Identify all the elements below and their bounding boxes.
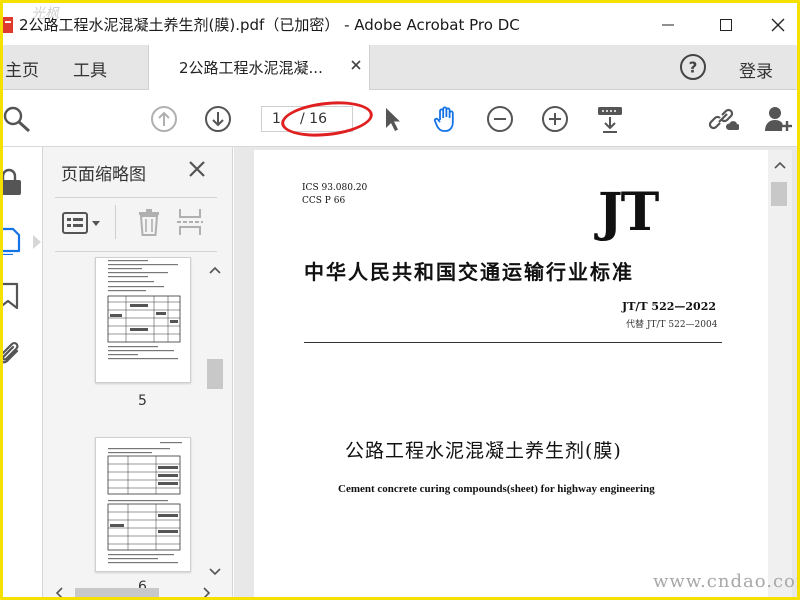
tab-document[interactable]: 2公路工程水泥混凝...: [148, 45, 370, 90]
pdf-file-icon: [3, 17, 13, 33]
security-button[interactable]: [3, 167, 27, 197]
panel-divider: [55, 251, 217, 252]
minus-circle-icon: [487, 106, 513, 132]
tab-bar: 主页 工具 2公路工程水泥混凝... ? 登录: [3, 45, 797, 90]
document-scroll-thumb[interactable]: [771, 182, 787, 206]
pdf-page: ICS 93.080.20 CCS P 66 JT 中华人民共和国交通运输行业标…: [254, 150, 768, 597]
current-page-input[interactable]: 1: [272, 111, 281, 127]
header-rule: [304, 342, 722, 343]
ics-code-block: ICS 93.080.20 CCS P 66: [302, 182, 367, 208]
document-tab-label: 2公路工程水泥混凝...: [179, 59, 323, 77]
panel-toolbar-separator: [115, 205, 116, 239]
previous-page-button[interactable]: [149, 104, 179, 134]
bookmark-icon: [3, 282, 19, 310]
tab-home[interactable]: 主页: [5, 56, 39, 81]
panel-scroll-thumb[interactable]: [207, 359, 223, 389]
hand-tool-button[interactable]: [431, 104, 461, 134]
close-window-button[interactable]: [755, 11, 797, 39]
main-toolbar: 1 / 16: [3, 90, 797, 147]
minimize-icon: [662, 24, 674, 26]
bookmarks-button[interactable]: [3, 281, 27, 311]
add-user-button[interactable]: [763, 104, 793, 134]
next-page-button[interactable]: [203, 104, 233, 134]
window-title: 2公路工程水泥混凝土养生剂(膜).pdf（已加密） - Adobe Acroba…: [19, 16, 520, 34]
page-thumbnails-panel: 页面缩略图 5 6: [43, 147, 233, 600]
arrow-down-circle-icon: [205, 106, 231, 132]
standard-type-heading: 中华人民共和国交通运输行业标准: [304, 260, 634, 284]
panel-horizontal-scrollbar[interactable]: [43, 584, 219, 600]
maximize-button[interactable]: [703, 11, 749, 39]
replaces-note: 代替 JT/T 522—2004: [626, 320, 718, 330]
minimize-button[interactable]: [645, 11, 691, 39]
document-title-english: Cement concrete curing compounds(sheet) …: [338, 483, 655, 495]
page-thumbnails-button[interactable]: [3, 225, 27, 255]
arrow-up-circle-icon: [151, 106, 177, 132]
left-navigation-rail: [3, 147, 43, 597]
delete-page-icon[interactable]: [137, 207, 161, 237]
document-title-chinese: 公路工程水泥混凝土养生剂(膜): [345, 440, 622, 462]
panel-title: 页面缩略图: [61, 165, 146, 185]
scroll-up-icon[interactable]: [770, 158, 790, 172]
ics-code: ICS 93.080.20: [302, 183, 368, 193]
share-link-button[interactable]: [709, 104, 739, 134]
close-panel-icon[interactable]: [187, 159, 207, 179]
lock-icon: [3, 168, 21, 195]
page-thumbnail[interactable]: [95, 257, 191, 383]
hand-icon: [433, 106, 454, 132]
search-button[interactable]: [3, 104, 33, 134]
site-watermark: www.cndao.com: [653, 571, 800, 592]
scroll-up-icon[interactable]: [205, 263, 225, 277]
svg-text:?: ?: [689, 59, 698, 77]
thumbnail-page-number: 5: [138, 393, 147, 409]
panel-divider: [55, 197, 217, 198]
panel-hscroll-thumb[interactable]: [75, 588, 159, 597]
insert-page-icon[interactable]: [177, 207, 203, 237]
app-window: 光枫 2公路工程水泥混凝土养生剂(膜).pdf（已加密） - Adobe Acr…: [0, 0, 800, 600]
cursor-arrow-icon: [386, 108, 400, 131]
thumbnail-content: [107, 260, 181, 360]
document-viewer[interactable]: ICS 93.080.20 CCS P 66 JT 中华人民共和国交通运输行业标…: [234, 147, 797, 597]
panel-vertical-scrollbar[interactable]: [203, 259, 223, 589]
zoom-out-button[interactable]: [485, 104, 515, 134]
thumbnail-content: [107, 442, 182, 564]
ccs-code: CCS P 66: [302, 196, 346, 206]
plus-circle-icon: [542, 106, 568, 132]
scroll-down-icon[interactable]: [205, 565, 225, 579]
attachments-button[interactable]: [3, 337, 27, 367]
zoom-in-button[interactable]: [540, 104, 570, 134]
search-icon: [3, 106, 31, 133]
scroll-left-icon[interactable]: [53, 585, 67, 600]
standard-code: JT/T 522—2022: [622, 300, 716, 313]
scroll-right-icon[interactable]: [199, 585, 213, 600]
tab-tools[interactable]: 工具: [73, 56, 107, 81]
page-thumbnails-icon: [3, 227, 21, 255]
help-icon[interactable]: ?: [679, 53, 707, 81]
sign-in-link[interactable]: 登录: [739, 57, 773, 82]
link-cloud-icon: [709, 108, 739, 130]
document-vertical-scrollbar[interactable]: [768, 150, 792, 597]
close-tab-icon[interactable]: [349, 58, 363, 72]
select-tool-button[interactable]: [377, 104, 407, 134]
active-panel-indicator: [33, 235, 41, 249]
jt-logo: JT: [598, 182, 659, 243]
add-user-icon: [765, 107, 792, 131]
title-bar: 光枫 2公路工程水泥混凝土养生剂(膜).pdf（已加密） - Adobe Acr…: [3, 3, 797, 45]
maximize-icon: [720, 19, 732, 31]
close-icon: [771, 18, 785, 32]
thumbnail-options-icon[interactable]: [61, 209, 105, 237]
paperclip-icon: [3, 341, 19, 364]
scroll-mode-icon: [598, 107, 622, 133]
scroll-mode-button[interactable]: [595, 104, 625, 134]
page-thumbnail[interactable]: [95, 437, 191, 572]
